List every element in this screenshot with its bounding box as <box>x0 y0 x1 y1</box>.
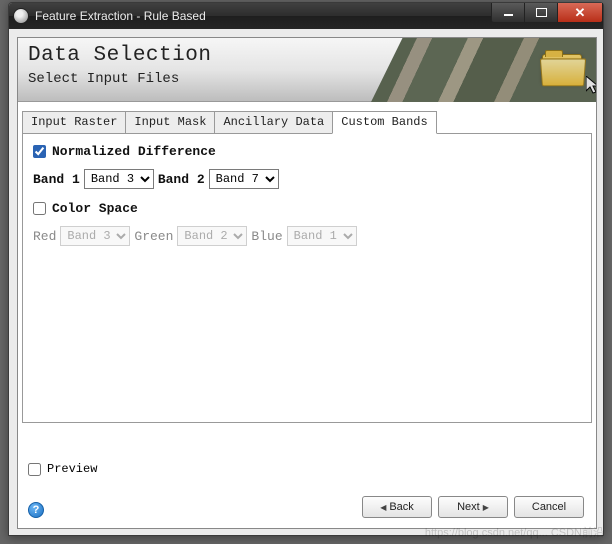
close-button[interactable]: ✕ <box>557 3 603 23</box>
app-icon <box>13 8 29 24</box>
tab-custom-bands[interactable]: Custom Bands <box>332 111 436 134</box>
blue-select[interactable]: Band 1 <box>287 226 357 246</box>
normalized-difference-label: Normalized Difference <box>52 144 216 159</box>
header-image <box>371 38 596 102</box>
normalized-difference-checkbox[interactable] <box>33 145 46 158</box>
tab-input-mask[interactable]: Input Mask <box>125 111 215 134</box>
band2-label: Band 2 <box>158 172 205 187</box>
page-title: Data Selection <box>28 44 211 67</box>
header-banner: Data Selection Select Input Files <box>18 38 596 102</box>
window-controls: ✕ <box>492 3 603 23</box>
tab-page-custom-bands: Normalized Difference Band 1 Band 3 Band… <box>22 133 592 423</box>
green-select[interactable]: Band 2 <box>177 226 247 246</box>
minimize-button[interactable] <box>491 3 525 23</box>
cancel-button[interactable]: Cancel <box>514 496 584 518</box>
band2-select[interactable]: Band 7 <box>209 169 279 189</box>
back-button[interactable]: Back <box>362 496 432 518</box>
color-space-checkbox[interactable] <box>33 202 46 215</box>
red-label: Red <box>33 229 56 244</box>
tab-ancillary-data[interactable]: Ancillary Data <box>214 111 333 134</box>
preview-checkbox[interactable] <box>28 463 41 476</box>
green-label: Green <box>134 229 173 244</box>
tab-bar: Input Raster Input Mask Ancillary Data C… <box>18 110 596 133</box>
next-button[interactable]: Next <box>438 496 508 518</box>
band1-label: Band 1 <box>33 172 80 187</box>
color-space-label: Color Space <box>52 201 138 216</box>
page-subtitle: Select Input Files <box>28 71 211 87</box>
client-area: Data Selection Select Input Files Input … <box>17 37 597 529</box>
footer: Preview ? Back Next Cancel <box>18 448 596 528</box>
red-select[interactable]: Band 3 <box>60 226 130 246</box>
maximize-button[interactable] <box>524 3 558 23</box>
band1-select[interactable]: Band 3 <box>84 169 154 189</box>
open-folder-icon[interactable] <box>542 54 582 84</box>
help-icon[interactable]: ? <box>28 502 44 518</box>
titlebar: Feature Extraction - Rule Based ✕ <box>9 3 603 29</box>
app-window: Feature Extraction - Rule Based ✕ Data S… <box>8 2 604 536</box>
tab-input-raster[interactable]: Input Raster <box>22 111 126 134</box>
window-title: Feature Extraction - Rule Based <box>35 9 206 23</box>
preview-label: Preview <box>47 462 97 476</box>
blue-label: Blue <box>251 229 282 244</box>
